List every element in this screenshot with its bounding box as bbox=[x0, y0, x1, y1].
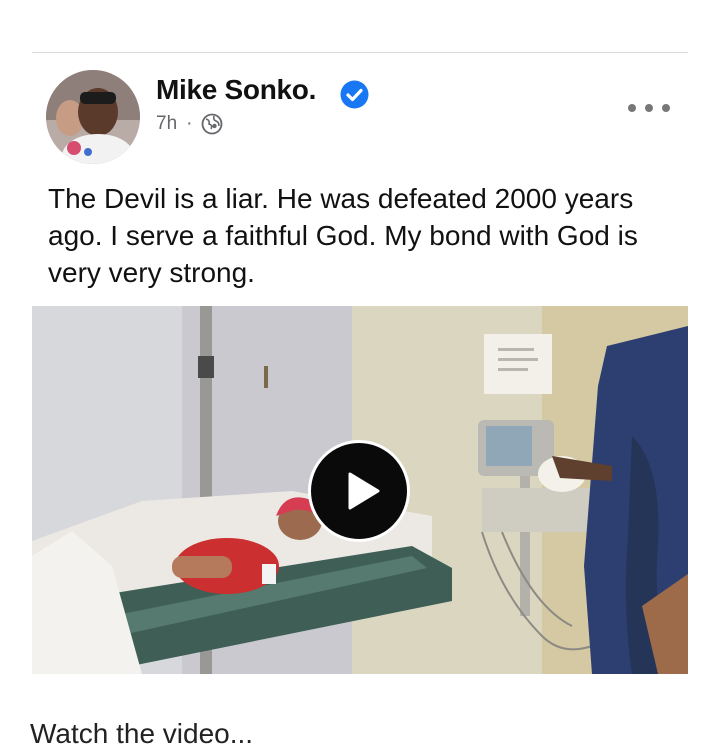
top-divider bbox=[32, 52, 688, 53]
post-meta: 7h · bbox=[156, 113, 223, 135]
globe-icon[interactable] bbox=[201, 113, 223, 135]
more-options-icon[interactable] bbox=[628, 96, 670, 120]
post-timestamp[interactable]: 7h bbox=[156, 113, 177, 135]
author-avatar[interactable] bbox=[46, 70, 140, 164]
more-dot bbox=[628, 104, 636, 112]
author-name[interactable]: Mike Sonko. bbox=[156, 74, 316, 106]
verified-badge-icon bbox=[340, 80, 369, 109]
more-dot bbox=[662, 104, 670, 112]
next-post-text: Watch the video... bbox=[30, 718, 254, 749]
more-dot bbox=[645, 104, 653, 112]
meta-separator: · bbox=[186, 113, 193, 134]
play-icon bbox=[348, 472, 380, 510]
play-button[interactable] bbox=[308, 440, 410, 542]
post-text: The Devil is a liar. He was defeated 200… bbox=[48, 183, 638, 288]
